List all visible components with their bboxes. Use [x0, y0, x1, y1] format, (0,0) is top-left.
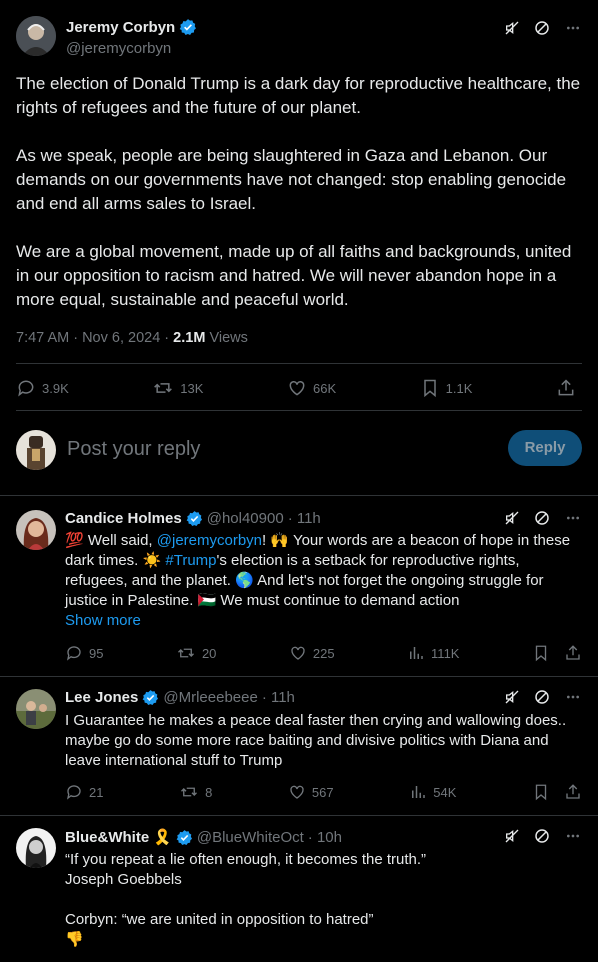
divider [16, 363, 582, 364]
verified-badge-icon [186, 510, 203, 527]
avatar[interactable] [16, 828, 56, 868]
show-more-link[interactable]: Show more [65, 611, 585, 631]
author-handle[interactable]: @jeremycorbyn [66, 40, 171, 57]
tweet-meta: 7:47 AM · Nov 6, 2024 · 2.1M Views [16, 330, 248, 346]
reply-submit-button[interactable]: Reply [508, 430, 582, 466]
views-count: 2.1M [173, 330, 206, 346]
more-icon[interactable] [564, 20, 582, 36]
reply-author-handle[interactable]: @hol40900 [207, 510, 284, 527]
repost-icon [179, 783, 199, 801]
reply-icon [65, 644, 83, 662]
hashtag-link[interactable]: #Trump [165, 552, 216, 569]
avatar [16, 430, 56, 470]
reply-composer: Post your reply Reply [16, 430, 582, 470]
reply-input[interactable]: Post your reply [67, 438, 200, 461]
verified-badge-icon [179, 18, 197, 36]
bookmark-button[interactable]: 1.1K [420, 378, 472, 398]
reply-line: “If you repeat a lie often enough, it be… [65, 851, 427, 868]
avatar[interactable] [16, 510, 56, 550]
mention-link[interactable]: @jeremycorbyn [157, 532, 262, 549]
block-icon[interactable] [534, 510, 550, 526]
verified-badge-icon [176, 829, 193, 846]
divider [0, 815, 598, 816]
reply-timestamp[interactable]: · 11h [288, 510, 321, 527]
verified-badge-icon [142, 689, 159, 706]
reply-post[interactable]: Candice Holmes @hol40900 · 11h 💯 Well sa… [16, 510, 582, 670]
reply-text: “If you repeat a lie often enough, it be… [65, 850, 585, 950]
reply-icon [65, 783, 83, 801]
reply-author-handle[interactable]: @BlueWhiteOct [197, 829, 304, 846]
divider [0, 495, 598, 496]
avatar[interactable] [16, 16, 56, 56]
tweet-timestamp[interactable]: 7:47 AM · Nov 6, 2024 · [16, 330, 173, 346]
reply-author-name[interactable]: Blue&White [65, 829, 149, 846]
reply-text: 💯 Well said, @jeremycorbyn! 🙌 Your words… [65, 531, 585, 631]
main-action-bar: 3.9K 13K 66K 1.1K [16, 378, 582, 398]
bookmark-icon [420, 378, 440, 398]
reply-action-bar: 21 8 567 54K [65, 783, 582, 801]
reply-post[interactable]: Blue&White 🎗️ @BlueWhiteOct · 10h “If yo… [16, 828, 582, 962]
tweet-text: The election of Donald Trump is a dark d… [16, 72, 586, 336]
repost-button[interactable]: 13K [152, 378, 203, 398]
views-button[interactable]: 54K [409, 783, 456, 801]
divider [0, 676, 598, 677]
tweet-paragraph: We are a global movement, made up of all… [16, 242, 572, 309]
reply-text: I Guarantee he makes a peace deal faster… [65, 712, 567, 769]
reply-timestamp[interactable]: · 11h [262, 689, 295, 706]
reply-line: Corbyn: “we are united in opposition to … [65, 911, 374, 928]
block-icon[interactable] [534, 689, 550, 705]
reply-author-name[interactable]: Lee Jones [65, 689, 138, 706]
like-icon [287, 378, 307, 398]
mute-icon[interactable] [504, 510, 520, 526]
tweet-paragraph: As we speak, people are being slaughtere… [16, 146, 567, 213]
reply-author-name[interactable]: Candice Holmes [65, 510, 182, 527]
reply-button[interactable]: 95 [65, 644, 103, 662]
more-icon[interactable] [564, 689, 582, 705]
views-button[interactable]: 111K [407, 644, 459, 662]
avatar[interactable] [16, 689, 56, 729]
views-icon [407, 644, 425, 662]
like-button[interactable]: 225 [289, 644, 335, 662]
bookmark-icon[interactable] [532, 783, 550, 801]
block-icon[interactable] [534, 20, 550, 36]
tweet-paragraph: The election of Donald Trump is a dark d… [16, 74, 581, 117]
reply-author-handle[interactable]: @Mrleeebeee [163, 689, 257, 706]
divider [16, 410, 582, 411]
thumbs-down-icon: 👎 [65, 931, 84, 948]
reply-line: Joseph Goebbels [65, 871, 182, 888]
share-button[interactable] [556, 378, 576, 398]
more-icon[interactable] [564, 510, 582, 526]
like-button[interactable]: 567 [288, 783, 334, 801]
mute-icon[interactable] [504, 828, 520, 844]
views-icon [409, 783, 427, 801]
more-icon[interactable] [564, 828, 582, 844]
bookmark-icon[interactable] [532, 644, 550, 662]
mute-icon[interactable] [504, 689, 520, 705]
share-icon[interactable] [564, 644, 582, 662]
main-tweet-header: Jeremy Corbyn @jeremycorbyn [16, 16, 582, 60]
block-icon[interactable] [534, 828, 550, 844]
author-name[interactable]: Jeremy Corbyn [66, 18, 197, 36]
reply-button[interactable]: 21 [65, 783, 103, 801]
yellow-ribbon-icon: 🎗️ [153, 829, 172, 846]
repost-icon [176, 644, 196, 662]
repost-button[interactable]: 8 [179, 783, 212, 801]
reply-action-bar: 95 20 225 111K [65, 644, 582, 662]
repost-icon [152, 378, 174, 398]
share-icon[interactable] [564, 783, 582, 801]
repost-button[interactable]: 20 [176, 644, 216, 662]
views-label: Views [205, 330, 248, 346]
mute-icon[interactable] [504, 20, 520, 36]
like-icon [289, 644, 307, 662]
like-button[interactable]: 66K [287, 378, 336, 398]
reply-post[interactable]: Lee Jones @Mrleeebeee · 11h I Guarantee … [16, 689, 582, 811]
share-icon [556, 378, 576, 398]
reply-timestamp[interactable]: · 10h [308, 829, 342, 846]
like-icon [288, 783, 306, 801]
reply-button[interactable]: 3.9K [16, 378, 69, 398]
reply-icon [16, 378, 36, 398]
